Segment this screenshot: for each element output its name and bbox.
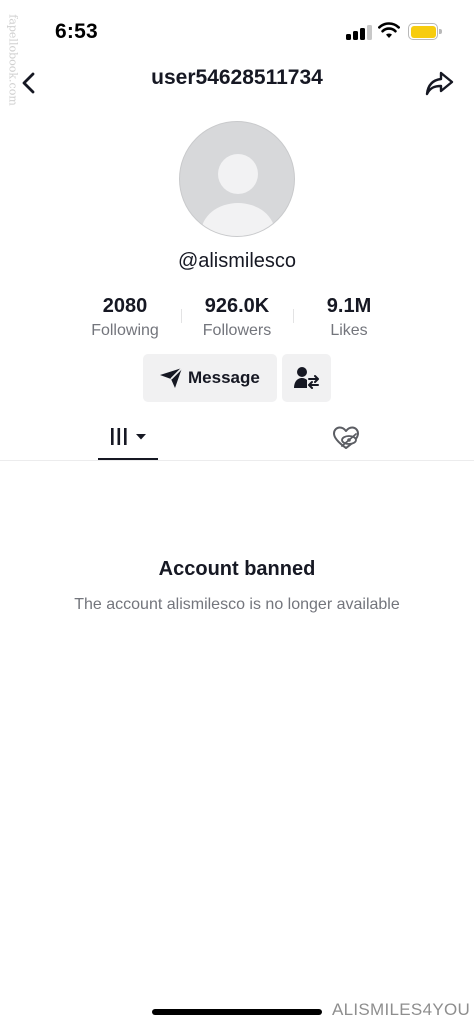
stat-likes-value: 9.1M xyxy=(326,295,372,317)
send-icon xyxy=(160,367,183,388)
status-time: 6:53 xyxy=(55,20,98,43)
bottom-watermark: ALISMILES4YOU xyxy=(332,1000,471,1019)
videos-grid-icon xyxy=(111,428,146,445)
wifi-icon xyxy=(378,22,400,38)
follow-back-button[interactable] xyxy=(282,354,331,402)
stat-followers[interactable]: 926.0K Followers xyxy=(177,295,297,340)
profile-tabs xyxy=(0,418,474,461)
avatar xyxy=(179,121,295,237)
stat-followers-value: 926.0K xyxy=(204,295,270,317)
stat-followers-label: Followers xyxy=(202,322,272,339)
stat-following[interactable]: 2080 Following xyxy=(65,295,185,340)
user-swap-icon xyxy=(294,367,319,389)
tab-videos[interactable] xyxy=(98,418,158,461)
share-button[interactable] xyxy=(424,68,456,98)
tab-liked-videos[interactable] xyxy=(330,423,362,453)
stat-following-label: Following xyxy=(91,322,159,339)
page-title: user54628511734 xyxy=(151,66,323,89)
empty-state-description: The account alismilesco is no longer ava… xyxy=(74,596,400,613)
status-bar: 6:53 xyxy=(0,0,474,62)
home-indicator[interactable] xyxy=(152,1009,322,1015)
stat-likes-label: Likes xyxy=(330,322,368,339)
stat-following-value: 2080 xyxy=(102,295,148,317)
message-button[interactable]: Message xyxy=(143,354,277,402)
nav-bar: user54628511734 xyxy=(0,58,474,108)
stat-likes[interactable]: 9.1M Likes xyxy=(289,295,409,340)
cellular-signal-icon xyxy=(346,24,372,40)
profile-stats: 2080 Following 926.0K Followers 9.1M Lik… xyxy=(0,295,474,345)
battery-icon xyxy=(408,23,442,40)
message-button-label: Message xyxy=(188,368,260,387)
active-tab-indicator xyxy=(98,458,158,460)
empty-state-title: Account banned xyxy=(158,558,316,580)
profile-handle: @alismilesco xyxy=(177,250,297,272)
